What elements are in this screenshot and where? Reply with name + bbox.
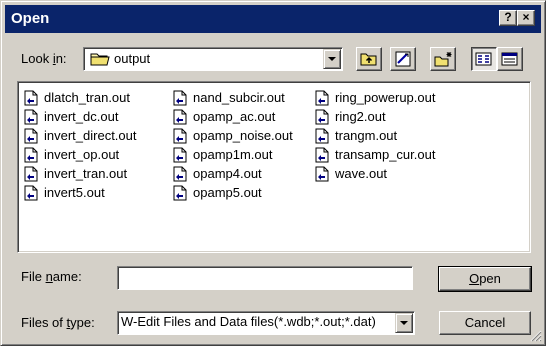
file-item-label: nand_subcir.out [193, 90, 285, 105]
details-view-button[interactable] [497, 47, 523, 71]
file-item[interactable]: invert_dc.out [24, 107, 137, 126]
files-of-type-label: Files of type: [21, 315, 95, 330]
file-item-label: invert_tran.out [44, 166, 128, 181]
files-of-type-value: W-Edit Files and Data files(*.wdb;*.out;… [121, 314, 376, 329]
file-column-2: nand_subcir.out opamp_ac.out opamp_noise.o… [173, 88, 293, 202]
document-icon [24, 90, 38, 105]
file-item[interactable]: nand_subcir.out [173, 88, 293, 107]
document-icon [315, 128, 329, 143]
document-icon [173, 185, 187, 200]
file-column-3: ring_powerup.out ring2.out trangm.out trans… [315, 88, 435, 183]
files-of-type-dropdown-button[interactable] [395, 313, 413, 333]
list-view-icon [475, 52, 492, 66]
resize-grip-icon[interactable] [530, 330, 542, 342]
document-icon [24, 109, 38, 124]
document-icon [24, 147, 38, 162]
file-item[interactable]: opamp1m.out [173, 145, 293, 164]
file-item[interactable]: wave.out [315, 164, 435, 183]
file-item[interactable]: opamp5.out [173, 183, 293, 202]
file-item-label: opamp_noise.out [193, 128, 293, 143]
files-of-type-select[interactable]: W-Edit Files and Data files(*.wdb;*.out;… [117, 311, 415, 335]
file-item-label: opamp5.out [193, 185, 262, 200]
file-item[interactable]: ring2.out [315, 107, 435, 126]
file-item[interactable]: opamp4.out [173, 164, 293, 183]
document-icon [173, 90, 187, 105]
file-item-label: invert5.out [44, 185, 105, 200]
open-dialog: Open ? × Look in: output dlatch_tran.out… [0, 0, 546, 346]
file-item-label: invert_dc.out [44, 109, 119, 124]
desktop-icon [395, 51, 411, 67]
close-icon: × [522, 10, 530, 24]
file-item[interactable]: opamp_noise.out [173, 126, 293, 145]
file-item-label: invert_op.out [44, 147, 120, 162]
file-item-label: invert_direct.out [44, 128, 137, 143]
file-list[interactable]: dlatch_tran.out invert_dc.out invert_direc… [17, 81, 531, 253]
open-button[interactable]: Open [438, 266, 532, 292]
document-icon [173, 128, 187, 143]
document-icon [315, 109, 329, 124]
up-one-level-button[interactable] [356, 47, 382, 71]
file-item-label: wave.out [335, 166, 388, 181]
document-icon [24, 166, 38, 181]
file-item-label: ring2.out [335, 109, 386, 124]
file-column-1: dlatch_tran.out invert_dc.out invert_direc… [24, 88, 137, 202]
cancel-button[interactable]: Cancel [439, 311, 531, 335]
details-view-icon [501, 52, 518, 66]
document-icon [173, 166, 187, 181]
look-in-label: Look in: [21, 51, 67, 66]
file-item[interactable]: invert_direct.out [24, 126, 137, 145]
desktop-button[interactable] [390, 47, 416, 71]
file-item-label: ring_powerup.out [335, 90, 436, 105]
file-item[interactable]: dlatch_tran.out [24, 88, 137, 107]
document-icon [24, 185, 38, 200]
file-name-input[interactable] [117, 266, 413, 290]
file-item-label: opamp1m.out [193, 147, 273, 162]
file-item[interactable]: invert5.out [24, 183, 137, 202]
list-view-button[interactable] [471, 47, 497, 71]
file-item[interactable]: transamp_cur.out [315, 145, 435, 164]
file-item[interactable]: invert_op.out [24, 145, 137, 164]
close-button[interactable]: × [517, 10, 535, 26]
file-item-label: opamp4.out [193, 166, 262, 181]
up-one-level-icon [360, 53, 377, 66]
file-item-label: dlatch_tran.out [44, 90, 131, 105]
document-icon [173, 147, 187, 162]
look-in-combo[interactable]: output [83, 47, 343, 71]
folder-icon [90, 53, 110, 66]
file-item-label: transamp_cur.out [335, 147, 436, 162]
file-item-label: opamp_ac.out [193, 109, 276, 124]
file-item[interactable]: ring_powerup.out [315, 88, 435, 107]
file-item[interactable]: invert_tran.out [24, 164, 137, 183]
look-in-dropdown-button[interactable] [323, 49, 341, 69]
file-item[interactable]: trangm.out [315, 126, 435, 145]
look-in-value: output [114, 51, 151, 66]
document-icon [315, 90, 329, 105]
dialog-title: Open [11, 10, 50, 27]
new-folder-button[interactable] [430, 47, 456, 71]
document-icon [315, 166, 329, 181]
help-button[interactable]: ? [499, 10, 517, 26]
help-icon: ? [504, 10, 512, 24]
new-folder-icon [434, 52, 452, 67]
document-icon [173, 109, 187, 124]
title-bar[interactable]: Open ? × [5, 5, 541, 33]
file-name-label: File name: [21, 269, 82, 284]
document-icon [24, 128, 38, 143]
file-item-label: trangm.out [335, 128, 398, 143]
file-item[interactable]: opamp_ac.out [173, 107, 293, 126]
document-icon [315, 147, 329, 162]
